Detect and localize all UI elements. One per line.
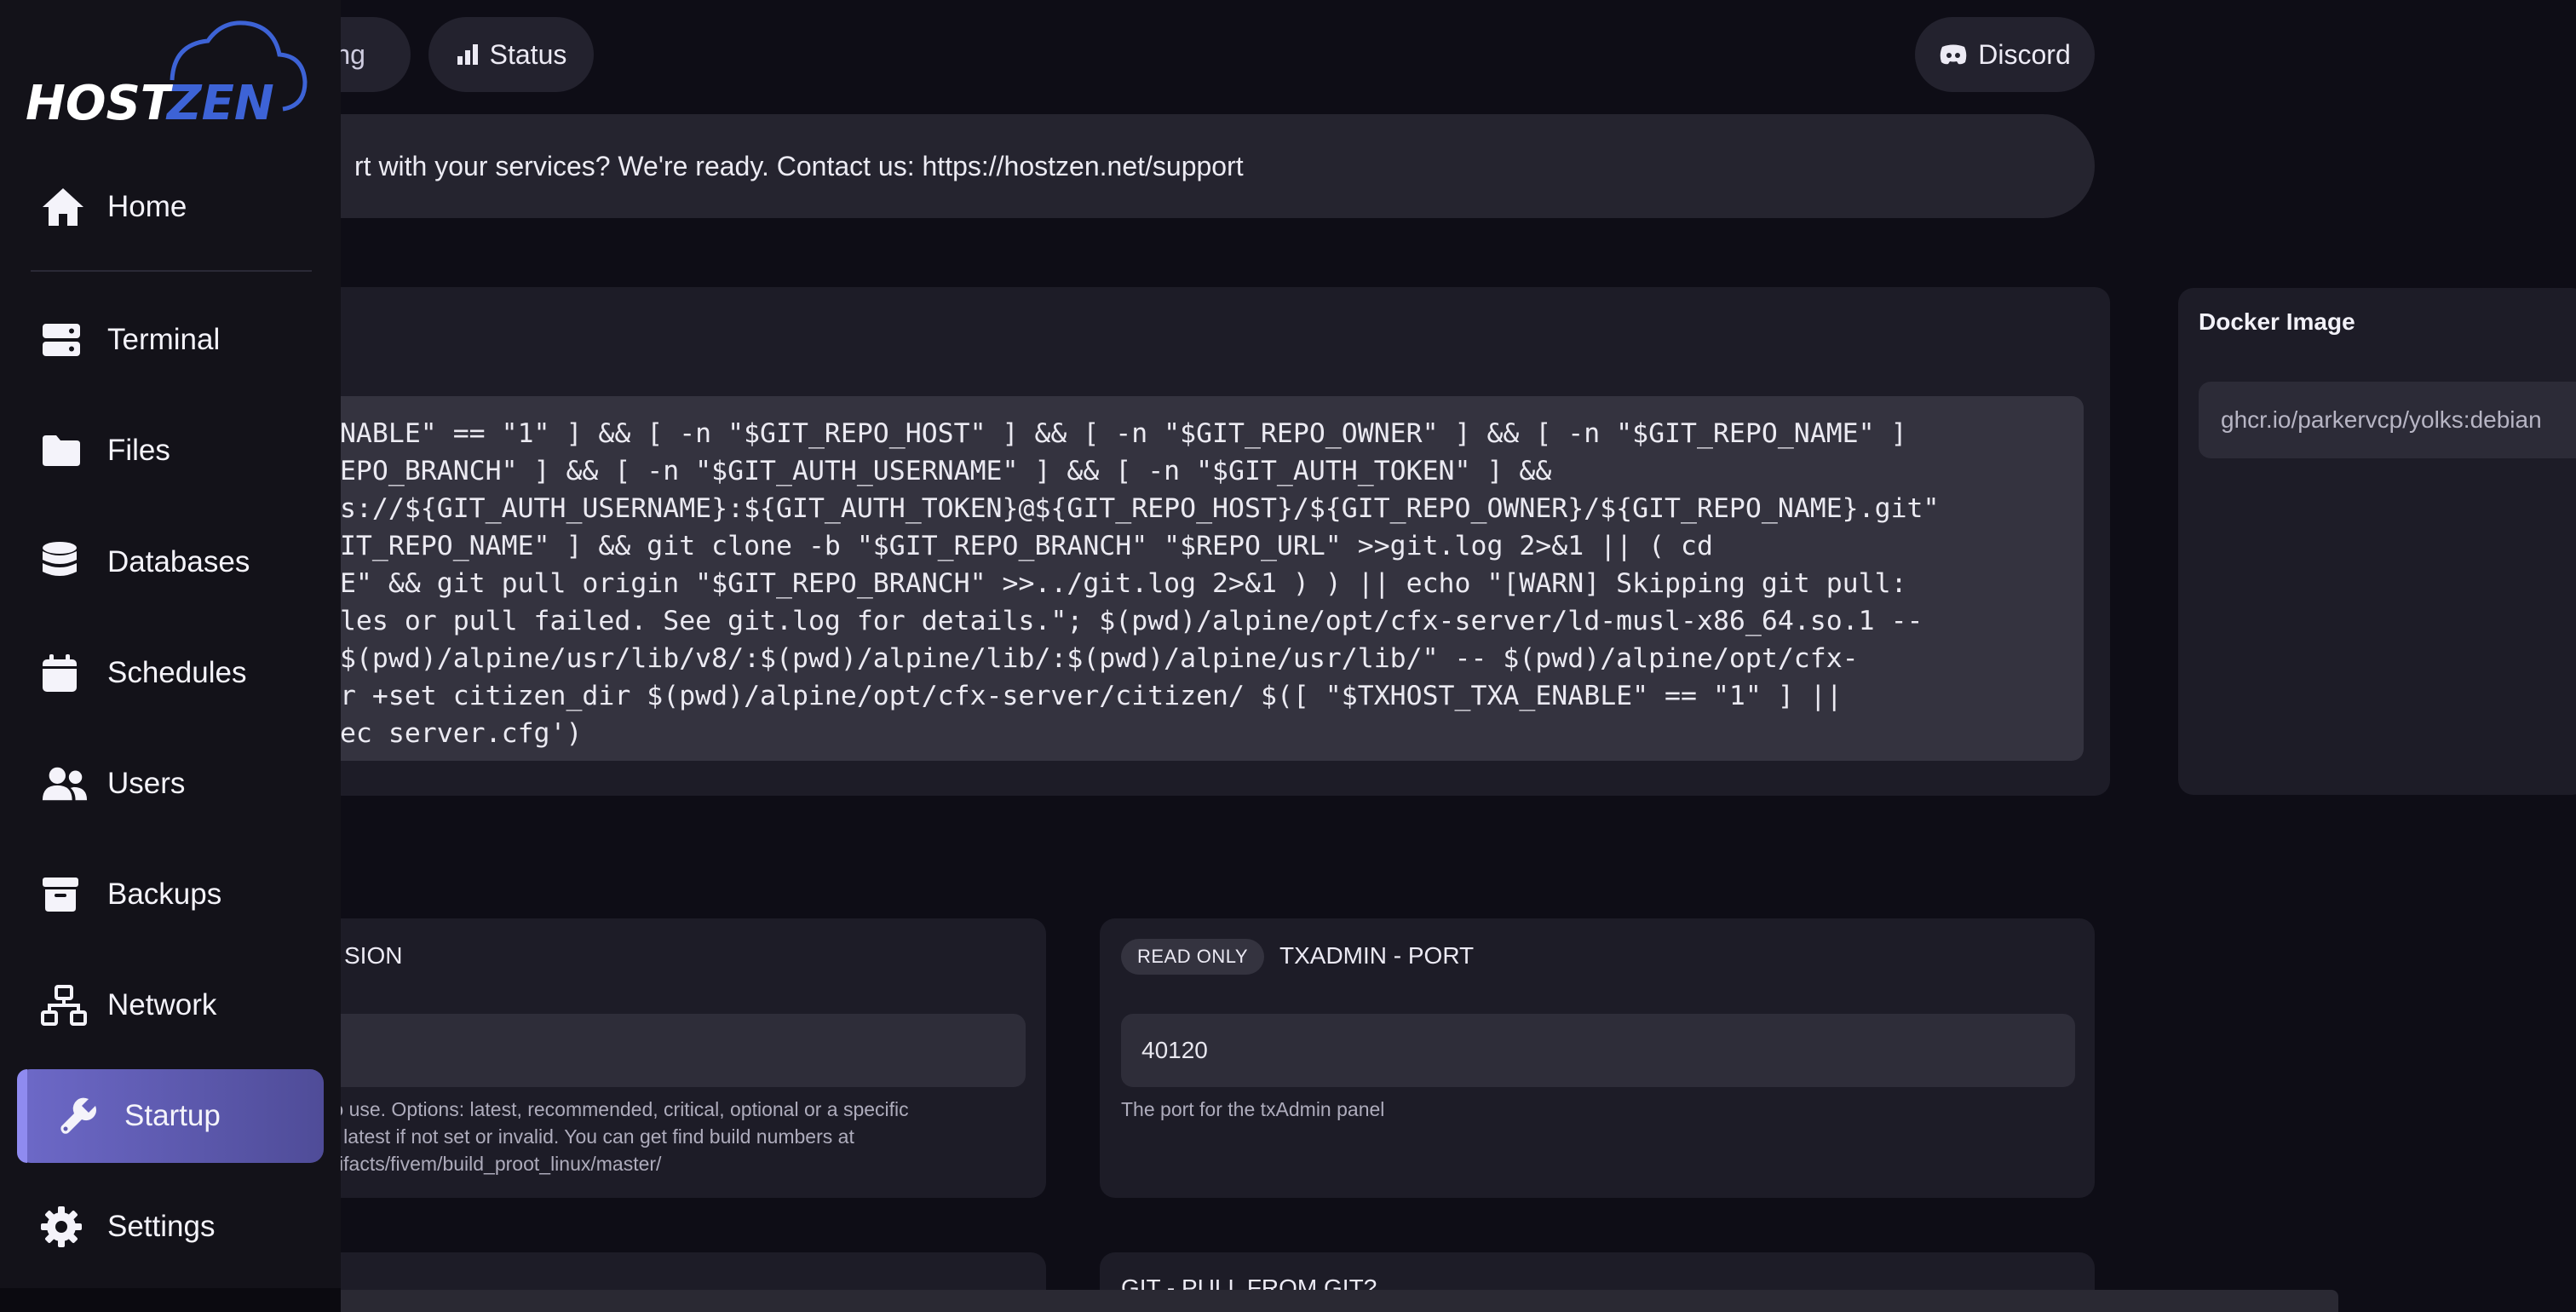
variable-title-txadmin-port: TXADMIN - PORT — [1279, 942, 1475, 969]
variable-description-txadmin-port: The port for the txAdmin panel — [1121, 1098, 1385, 1120]
sidebar-item-settings[interactable]: Settings — [17, 1180, 324, 1274]
logo-text-host: HOST — [26, 76, 176, 129]
discord-icon — [1940, 44, 1967, 65]
database-icon — [41, 538, 89, 586]
discord-label: Discord — [1978, 38, 2071, 70]
status-label: Status — [489, 38, 567, 70]
announcement-text: rt with your services? We're ready. Cont… — [354, 150, 1244, 181]
sidebar-item-backups[interactable]: Backups — [17, 848, 324, 941]
sidebar-item-label: Network — [107, 988, 217, 1021]
sidebar-item-label: Users — [107, 767, 186, 800]
sidebar-footer — [0, 1288, 341, 1312]
docker-image-card — [2178, 288, 2576, 795]
discord-button[interactable]: Discord — [1915, 17, 2095, 92]
command-line: GIT_REPO_NAME" ] && git clone -b "$GIT_R… — [324, 531, 1713, 561]
command-line: ME" && git pull origin "$GIT_REPO_BRANCH… — [324, 568, 1907, 599]
gear-icon — [41, 1203, 89, 1251]
archive-icon — [41, 871, 89, 918]
docker-image-title: Docker Image — [2199, 308, 2355, 335]
variable-title-fxversion: SION — [344, 942, 403, 969]
docker-image-select[interactable]: ghcr.io/parkervcp/yolks:debian — [2199, 382, 2576, 458]
sidebar-item-terminal[interactable]: Terminal — [17, 293, 324, 387]
command-line: ENABLE" == "1" ] && [ -n "$GIT_REPO_HOST… — [324, 418, 1907, 449]
command-line: "$(pwd)/alpine/usr/lib/v8/:$(pwd)/alpine… — [324, 643, 1859, 674]
sidebar-item-label: Terminal — [107, 323, 221, 356]
variable-input-fxversion[interactable] — [307, 1014, 1026, 1087]
sidebar-item-home[interactable]: Home — [17, 160, 324, 254]
bar-chart-icon — [457, 44, 478, 65]
wrench-icon — [58, 1092, 106, 1140]
sidebar: HOST ZEN Home Terminal Files Databases S… — [0, 0, 341, 1288]
sidebar-item-label: Backups — [107, 878, 222, 911]
sidebar-item-users[interactable]: Users — [17, 737, 324, 831]
command-line: REPO_BRANCH" ] && [ -n "$GIT_AUTH_USERNA… — [324, 456, 1552, 486]
desc-line: rtifacts/fivem/build_proot_linux/master/ — [327, 1153, 662, 1175]
command-line: os://${GIT_AUTH_USERNAME}:${GIT_AUTH_TOK… — [324, 493, 1940, 524]
logo-text-zen: ZEN — [165, 76, 274, 129]
command-line: er +set citizen_dir $(pwd)/alpine/opt/cf… — [324, 681, 1843, 711]
sidebar-item-network[interactable]: Network — [17, 958, 324, 1052]
sidebar-item-databases[interactable]: Databases — [17, 515, 324, 609]
announcement-banner: rt with your services? We're ready. Cont… — [273, 114, 2095, 218]
command-line: bles or pull failed. See git.log for det… — [324, 606, 1923, 636]
sidebar-item-label: Startup — [124, 1099, 221, 1132]
hostzen-logo: HOST ZEN — [26, 20, 308, 129]
read-only-badge: READ ONLY — [1121, 939, 1264, 975]
command-line: xec server.cfg') — [324, 718, 583, 749]
network-icon — [41, 981, 89, 1029]
sidebar-item-files[interactable]: Files — [17, 404, 324, 498]
sidebar-item-schedules[interactable]: Schedules — [17, 626, 324, 720]
users-icon — [41, 760, 89, 808]
folder-icon — [41, 427, 89, 475]
startup-command-text: ENABLE" == "1" ] && [ -n "$GIT_REPO_HOST… — [324, 415, 2084, 752]
status-button[interactable]: Status — [428, 17, 594, 92]
sidebar-item-label: Schedules — [107, 656, 247, 689]
startup-command-box[interactable]: ENABLE" == "1" ] && [ -n "$GIT_REPO_HOST… — [307, 396, 2084, 761]
variable-input-txadmin-port[interactable]: 40120 — [1121, 1014, 2075, 1087]
sidebar-item-label: Settings — [107, 1210, 216, 1243]
desc-line: to use. Options: latest, recommended, cr… — [327, 1098, 909, 1120]
desc-line: o latest if not set or invalid. You can … — [327, 1125, 854, 1148]
sidebar-item-label: Databases — [107, 545, 250, 578]
sidebar-item-label: Files — [107, 434, 170, 467]
calendar-icon — [41, 649, 89, 697]
home-icon — [41, 183, 89, 231]
terminal-icon — [41, 316, 89, 364]
sidebar-divider — [31, 270, 312, 272]
horizontal-scrollbar[interactable] — [302, 1290, 2338, 1312]
variable-description-fxversion: to use. Options: latest, recommended, cr… — [327, 1096, 909, 1177]
sidebar-item-label: Home — [107, 190, 187, 223]
sidebar-item-startup[interactable]: Startup — [17, 1069, 324, 1163]
